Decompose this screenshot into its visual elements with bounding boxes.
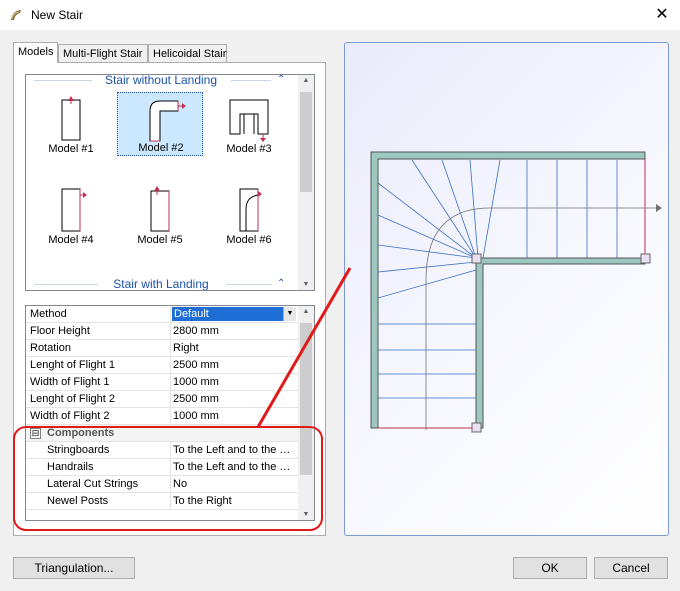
scroll-up-icon[interactable]: ▲ bbox=[298, 308, 314, 315]
window-title: New Stair bbox=[31, 8, 84, 22]
straight-stair-arrow-icon bbox=[150, 186, 170, 232]
close-icon: ✕ bbox=[655, 6, 669, 23]
tab-models[interactable]: Models bbox=[13, 42, 58, 63]
collapse-group-icon[interactable]: ⌃ bbox=[277, 75, 285, 85]
property-row-lateral-cut-strings[interactable]: Lateral Cut Strings No bbox=[26, 476, 298, 493]
close-button[interactable]: ✕ bbox=[645, 1, 679, 29]
property-row-method[interactable]: Method Default ▼ bbox=[26, 306, 298, 323]
property-row-width-flight-1[interactable]: Width of Flight 1 1000 mm bbox=[26, 374, 298, 391]
app-icon bbox=[11, 10, 21, 20]
model-item-2[interactable]: Model #2 bbox=[117, 92, 203, 156]
models-scrollbar[interactable]: ▲ ▼ bbox=[298, 75, 314, 290]
property-row-floor-height[interactable]: Floor Height 2800 mm bbox=[26, 323, 298, 340]
stair-plan-drawing bbox=[370, 151, 662, 433]
method-select[interactable]: Default ▼ bbox=[172, 307, 296, 321]
chevron-down-icon[interactable]: ▼ bbox=[283, 307, 296, 321]
scroll-down-icon[interactable]: ▼ bbox=[298, 511, 314, 518]
l-shaped-stair-icon bbox=[149, 100, 186, 142]
properties-scrollbar[interactable]: ▲ ▼ bbox=[298, 306, 314, 520]
property-row-length-flight-1[interactable]: Lenght of Flight 1 2500 mm bbox=[26, 357, 298, 374]
property-category-components[interactable]: ⊟ Components bbox=[26, 425, 298, 442]
property-row-handrails[interactable]: Handrails To the Left and to the Right bbox=[26, 459, 298, 476]
collapse-group-icon[interactable]: ⌃ bbox=[277, 278, 285, 289]
cancel-button[interactable]: Cancel bbox=[594, 557, 668, 579]
property-row-width-flight-2[interactable]: Width of Flight 2 1000 mm bbox=[26, 408, 298, 425]
scroll-up-icon[interactable]: ▲ bbox=[298, 77, 314, 84]
scrollbar-thumb[interactable] bbox=[300, 92, 312, 192]
scrollbar-thumb[interactable] bbox=[300, 323, 312, 475]
model-item-4[interactable]: Model #4 bbox=[28, 183, 114, 247]
title-bar: New Stair ✕ bbox=[0, 0, 680, 30]
stair-preview bbox=[344, 42, 669, 536]
properties-grid: Method Default ▼ Floor Height 2800 mm Ro… bbox=[25, 305, 315, 521]
property-row-rotation[interactable]: Rotation Right bbox=[26, 340, 298, 357]
collapse-toggle-icon[interactable]: ⊟ bbox=[30, 428, 41, 439]
property-row-stringboards[interactable]: Stringboards To the Left and to the Righ… bbox=[26, 442, 298, 459]
tab-multi-flight-stair[interactable]: Multi-Flight Stair bbox=[58, 44, 148, 62]
model-item-3[interactable]: Model #3 bbox=[206, 92, 292, 156]
tab-helicoidal-stair[interactable]: Helicoidal Stair bbox=[148, 44, 227, 62]
models-list: Stair without Landing ⌃ Model #1 Model #… bbox=[25, 74, 315, 291]
ok-button[interactable]: OK bbox=[513, 557, 587, 579]
straight-stair-icon bbox=[61, 96, 81, 141]
curved-stair-icon bbox=[239, 188, 262, 232]
u-shaped-stair-icon bbox=[229, 99, 269, 142]
property-row-newel-posts[interactable]: Newel Posts To the Right bbox=[26, 493, 298, 510]
model-item-6[interactable]: Model #6 bbox=[206, 183, 292, 247]
model-item-5[interactable]: Model #5 bbox=[117, 183, 203, 247]
model-item-1[interactable]: Model #1 bbox=[28, 92, 114, 156]
triangulation-button[interactable]: Triangulation... bbox=[13, 557, 135, 579]
property-row-length-flight-2[interactable]: Lenght of Flight 2 2500 mm bbox=[26, 391, 298, 408]
straight-stair-turn-icon bbox=[61, 188, 87, 232]
scroll-down-icon[interactable]: ▼ bbox=[298, 281, 314, 288]
